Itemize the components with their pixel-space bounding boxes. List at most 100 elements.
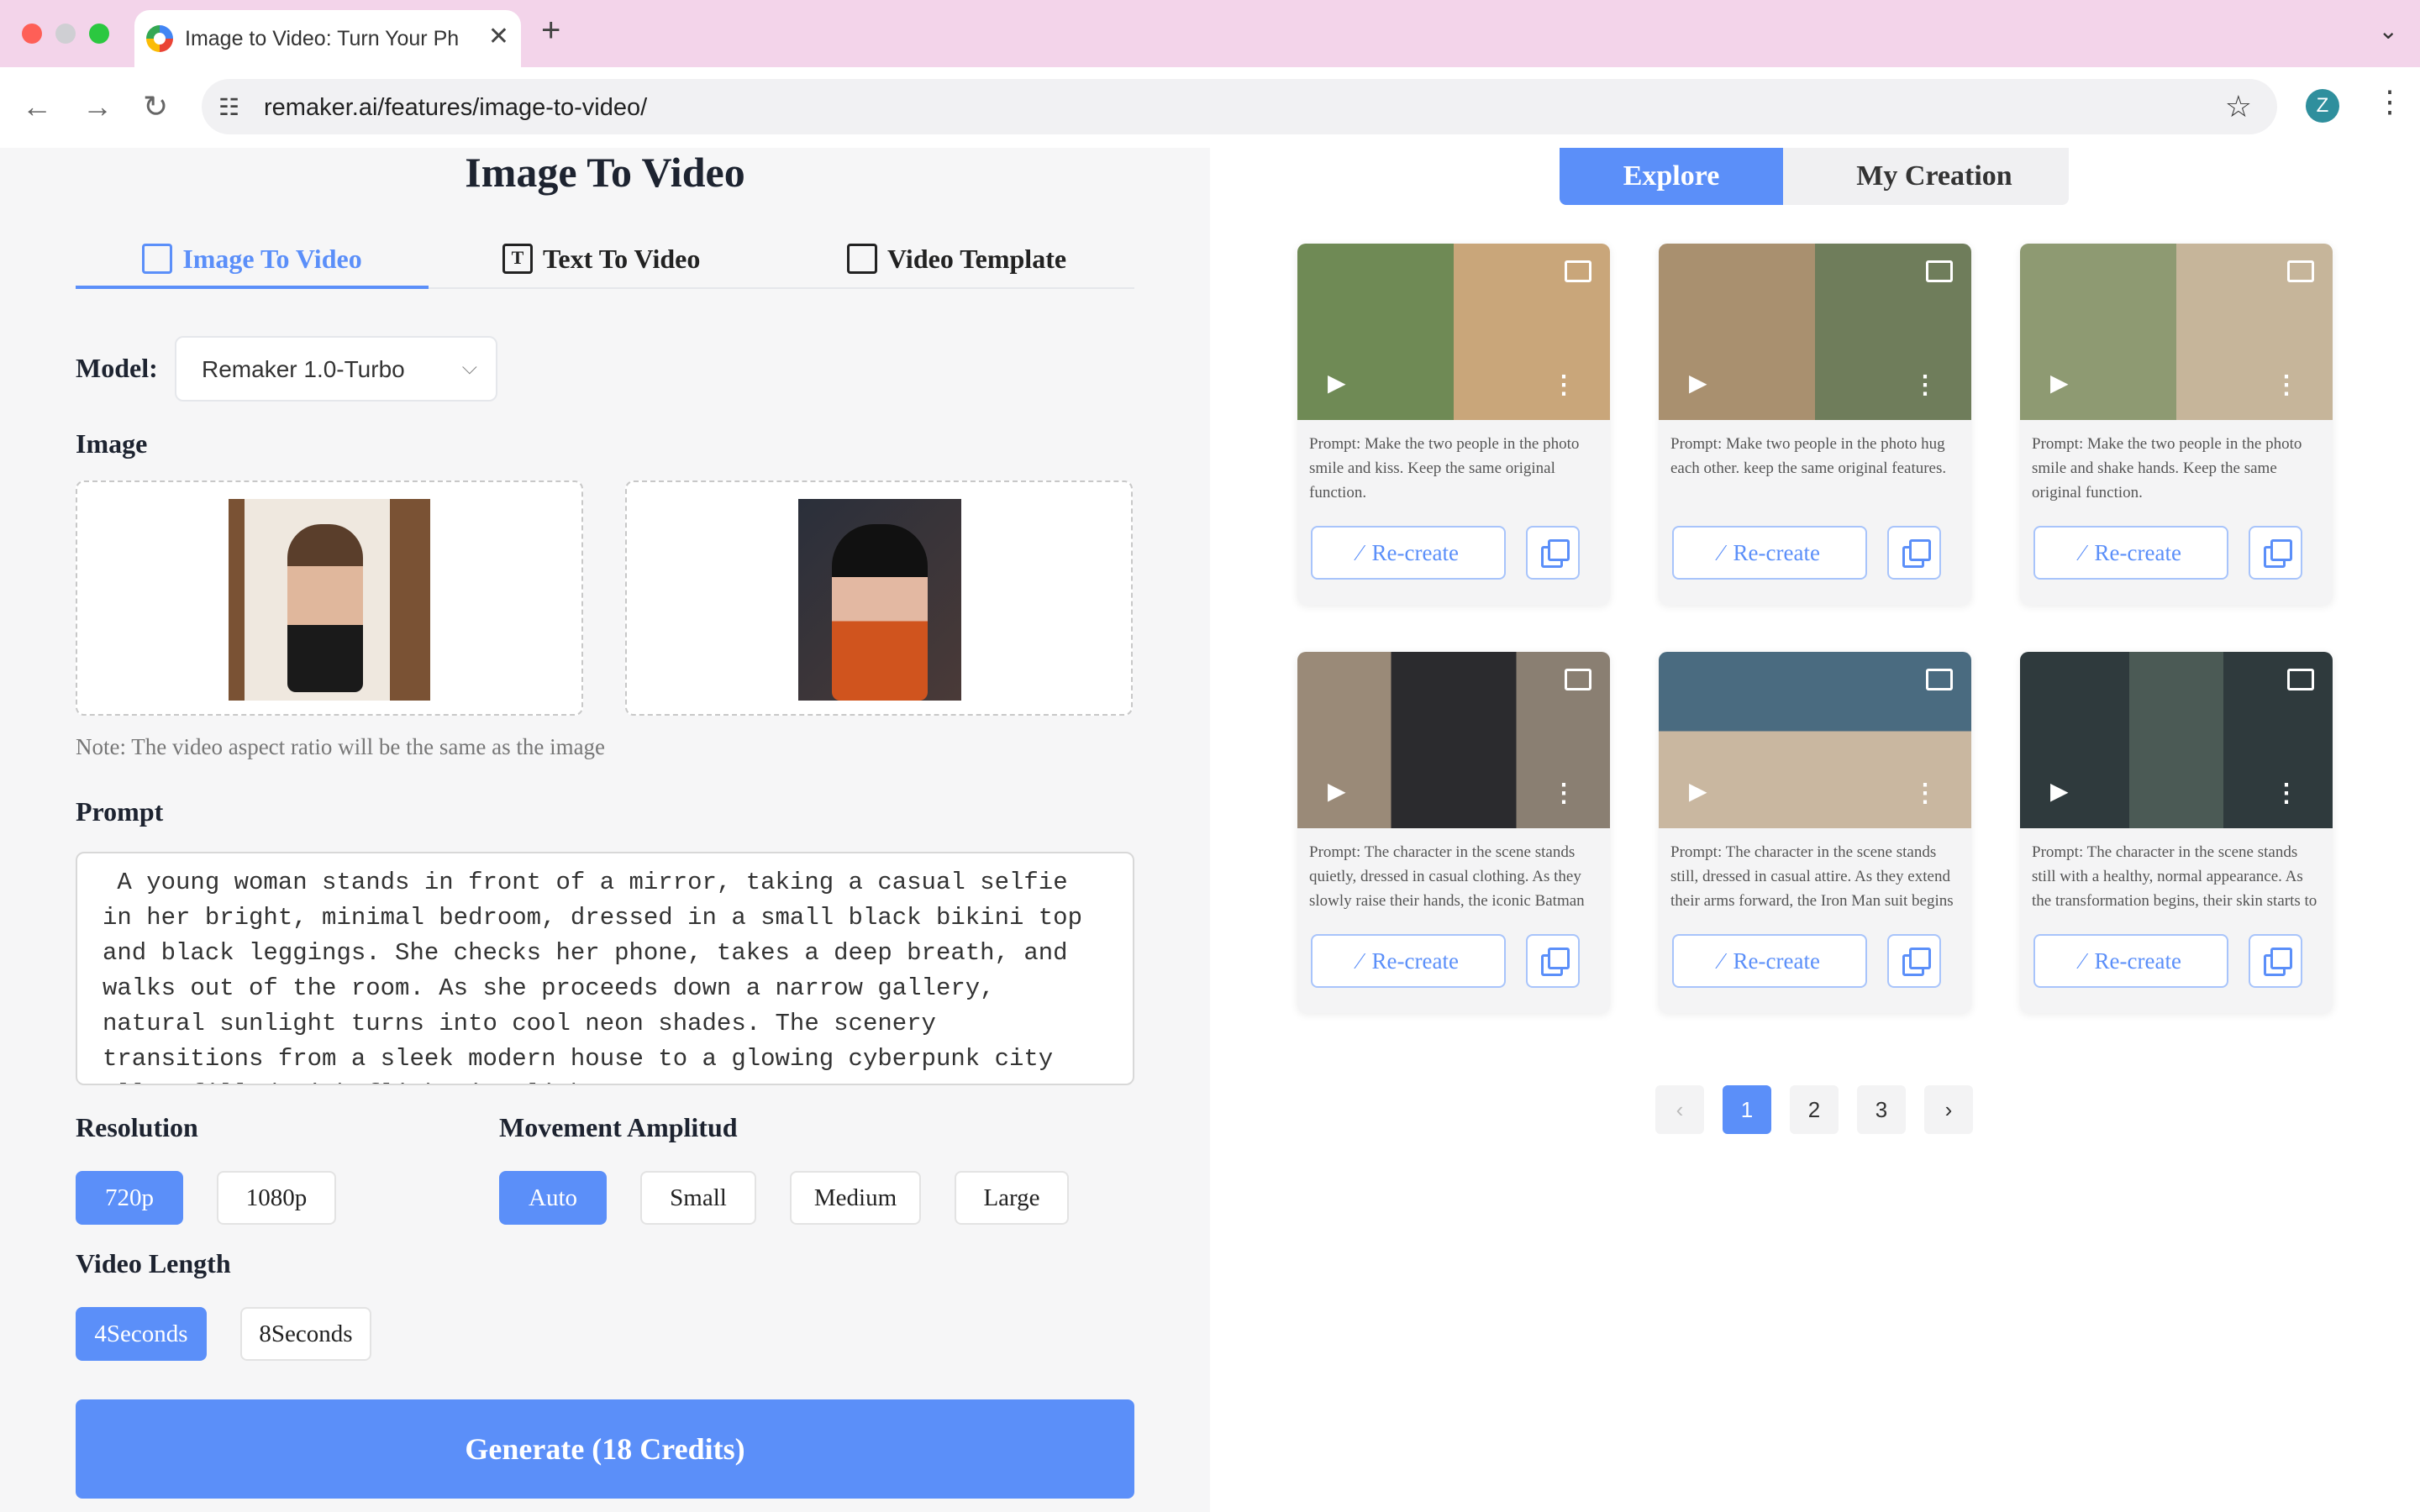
movement-medium[interactable]: Medium — [790, 1171, 921, 1225]
more-options-icon[interactable]: ⋮ — [1912, 779, 1938, 808]
copy-button[interactable] — [1887, 934, 1941, 988]
magic-wand-icon: ⁄ — [1719, 948, 1723, 974]
movement-large[interactable]: Large — [955, 1171, 1069, 1225]
resolution-1080p[interactable]: 1080p — [217, 1171, 336, 1225]
template-icon — [847, 244, 877, 274]
back-arrow-icon[interactable]: ← — [22, 89, 52, 124]
play-icon[interactable]: ▶ — [2050, 369, 2069, 396]
image-upload-1[interactable] — [76, 480, 583, 716]
recreate-button[interactable]: ⁄ Re-create — [1311, 934, 1506, 988]
play-icon[interactable]: ▶ — [1689, 777, 1707, 805]
image-icon — [1565, 669, 1591, 690]
site-favicon-icon — [146, 25, 173, 52]
text-icon: T — [502, 244, 533, 274]
example-card[interactable]: ▶ ⋮ Prompt: The character in the scene s… — [2020, 652, 2333, 1013]
resolution-720p[interactable]: 720p — [76, 1171, 183, 1225]
image-icon — [2287, 260, 2314, 282]
pagination-next-button[interactable]: › — [1924, 1085, 1973, 1134]
card-prompt: Prompt: Make the two people in the photo… — [1309, 435, 1580, 501]
example-thumbnail[interactable]: ▶ ⋮ — [1297, 244, 1610, 420]
recreate-button[interactable]: ⁄ Re-create — [1311, 526, 1506, 580]
prompt-label: Prompt — [76, 796, 164, 827]
recreate-button[interactable]: ⁄ Re-create — [2033, 526, 2228, 580]
browser-tab[interactable]: Image to Video: Turn Your Photos ✕ — [134, 10, 521, 67]
uploaded-image-1 — [229, 499, 430, 701]
card-prompt: Prompt: Make two people in the photo hug… — [1670, 435, 1947, 477]
url-text[interactable]: remaker.ai/features/image-to-video/ — [264, 94, 647, 122]
card-prompt: Prompt: The character in the scene stand… — [2032, 843, 2317, 910]
image-upload-2[interactable] — [625, 480, 1133, 716]
more-options-icon[interactable]: ⋮ — [1551, 370, 1576, 400]
length-4-seconds[interactable]: 4Seconds — [76, 1307, 207, 1361]
address-bar[interactable]: ☷ remaker.ai/features/image-to-video/ ☆ — [202, 79, 2277, 134]
play-icon[interactable]: ▶ — [1328, 369, 1346, 396]
copy-button[interactable] — [1526, 934, 1580, 988]
tab-label: Text To Video — [543, 243, 701, 274]
movement-small[interactable]: Small — [640, 1171, 756, 1225]
play-icon[interactable]: ▶ — [1328, 777, 1346, 805]
example-card[interactable]: ▶ ⋮ Prompt: Make two people in the photo… — [1659, 244, 1971, 605]
copy-button[interactable] — [1887, 526, 1941, 580]
tab-image-to-video[interactable]: Image To Video — [76, 232, 429, 289]
tab-my-creation[interactable]: My Creation — [1800, 148, 2069, 205]
chevron-down-icon: ⌵ — [461, 356, 477, 379]
tab-explore[interactable]: Explore — [1560, 148, 1783, 205]
example-thumbnail[interactable]: ▶ ⋮ — [1297, 652, 1610, 828]
tab-video-template[interactable]: Video Template — [847, 232, 1066, 286]
copy-button[interactable] — [2249, 526, 2302, 580]
generate-button[interactable]: Generate (18 Credits) — [76, 1399, 1134, 1499]
example-thumbnail[interactable]: ▶ ⋮ — [1659, 244, 1971, 420]
image-label: Image — [76, 428, 148, 459]
aspect-note: Note: The video aspect ratio will be the… — [76, 734, 606, 759]
tab-close-icon[interactable]: ✕ — [488, 22, 509, 51]
copy-button[interactable] — [2249, 934, 2302, 988]
recreate-button[interactable]: ⁄ Re-create — [1672, 526, 1867, 580]
gallery-panel: Explore My Creation ▶ ⋮ Prompt: Make the… — [1210, 148, 2420, 1512]
recreate-button[interactable]: ⁄ Re-create — [2033, 934, 2228, 988]
play-icon[interactable]: ▶ — [1689, 369, 1707, 396]
reload-icon[interactable]: ↻ — [143, 89, 168, 124]
example-card[interactable]: ▶ ⋮ Prompt: The character in the scene s… — [1659, 652, 1971, 1013]
browser-tab-bar: Image to Video: Turn Your Photos ✕ + ⌄ — [0, 0, 2420, 67]
prompt-textarea[interactable]: A young woman stands in front of a mirro… — [76, 852, 1134, 1085]
example-thumbnail[interactable]: ▶ ⋮ — [1659, 652, 1971, 828]
example-thumbnail[interactable]: ▶ ⋮ — [2020, 244, 2333, 420]
maximize-window-button[interactable] — [89, 24, 109, 44]
minimize-window-button[interactable] — [55, 24, 76, 44]
more-options-icon[interactable]: ⋮ — [2274, 370, 2299, 400]
more-options-icon[interactable]: ⋮ — [1912, 370, 1938, 400]
image-icon — [1565, 260, 1591, 282]
profile-avatar[interactable]: Z — [2306, 89, 2339, 123]
image-icon — [1926, 669, 1953, 690]
model-select[interactable]: Remaker 1.0-Turbo ⌵ — [175, 336, 497, 402]
video-length-label: Video Length — [76, 1248, 231, 1278]
length-8-seconds[interactable]: 8Seconds — [240, 1307, 371, 1361]
recreate-button[interactable]: ⁄ Re-create — [1672, 934, 1867, 988]
close-window-button[interactable] — [22, 24, 42, 44]
example-thumbnail[interactable]: ▶ ⋮ — [2020, 652, 2333, 828]
tab-text-to-video[interactable]: T Text To Video — [502, 232, 700, 286]
pagination-page-1[interactable]: 1 — [1723, 1085, 1771, 1134]
browser-menu-icon[interactable]: ⋮ — [2375, 84, 2405, 119]
example-card[interactable]: ▶ ⋮ Prompt: The character in the scene s… — [1297, 652, 1610, 1013]
tab-search-chevron-icon[interactable]: ⌄ — [2379, 17, 2398, 45]
movement-auto[interactable]: Auto — [499, 1171, 607, 1225]
pagination-page-3[interactable]: 3 — [1857, 1085, 1906, 1134]
play-icon[interactable]: ▶ — [2050, 777, 2069, 805]
recreate-label: Re-create — [1371, 948, 1459, 974]
pagination-page-2[interactable]: 2 — [1790, 1085, 1839, 1134]
model-value: Remaker 1.0-Turbo — [202, 356, 405, 382]
example-card[interactable]: ▶ ⋮ Prompt: Make the two people in the p… — [2020, 244, 2333, 605]
bookmark-star-icon[interactable]: ☆ — [2225, 89, 2252, 124]
copy-button[interactable] — [1526, 526, 1580, 580]
site-info-icon[interactable]: ☷ — [218, 93, 239, 121]
resolution-label: Resolution — [76, 1112, 198, 1142]
image-icon — [2287, 669, 2314, 690]
forward-arrow-icon[interactable]: → — [82, 89, 113, 124]
more-options-icon[interactable]: ⋮ — [2274, 779, 2299, 808]
uploaded-image-2 — [798, 499, 961, 701]
more-options-icon[interactable]: ⋮ — [1551, 779, 1576, 808]
new-tab-button[interactable]: + — [541, 12, 560, 50]
pagination-prev-button[interactable]: ‹ — [1655, 1085, 1704, 1134]
example-card[interactable]: ▶ ⋮ Prompt: Make the two people in the p… — [1297, 244, 1610, 605]
